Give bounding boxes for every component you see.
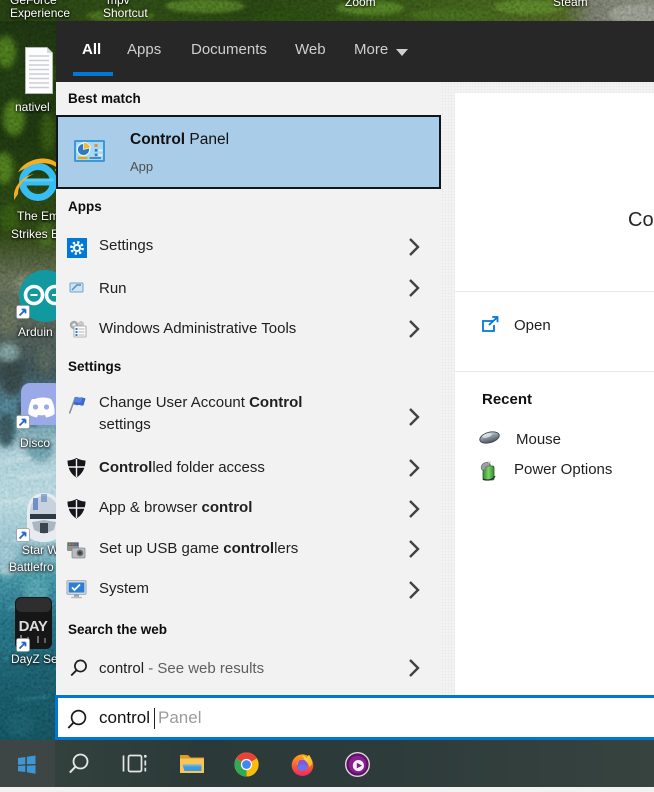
svg-text:DAY: DAY (19, 618, 48, 635)
